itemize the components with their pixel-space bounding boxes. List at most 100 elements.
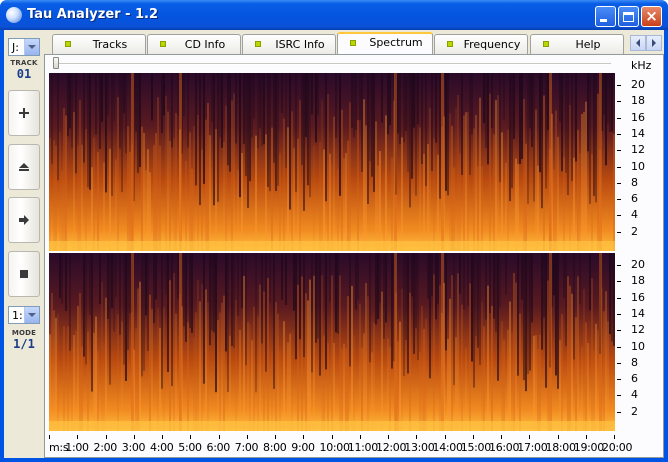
spectrogram-column <box>215 253 217 393</box>
play-button[interactable] <box>8 197 40 243</box>
spectrogram-column <box>201 284 203 431</box>
spectrogram-column <box>249 324 251 431</box>
mode-select[interactable]: 1: <box>8 306 40 324</box>
mode-dropdown-button[interactable] <box>24 307 39 323</box>
spectrogram-column <box>85 129 87 251</box>
spectrogram-column <box>83 73 85 163</box>
spectrogram-column <box>247 73 249 208</box>
frequency-tick-label: 16 <box>631 290 645 304</box>
time-tick-label: 12:00 <box>376 441 407 454</box>
spectrogram-column <box>311 73 313 115</box>
spectrogram-bright-band <box>394 253 397 431</box>
tab-scroll-right-button[interactable] <box>646 35 662 51</box>
spectrogram-column <box>243 73 245 144</box>
spectrogram-column <box>277 313 279 431</box>
minimize-button[interactable] <box>595 6 616 27</box>
spectrogram-column <box>305 73 307 138</box>
spectrogram-column <box>367 296 369 431</box>
spectrogram-column <box>267 278 269 431</box>
spectrogram-column <box>159 145 161 251</box>
spectrogram-column <box>99 253 101 304</box>
spectrogram-column <box>155 253 157 300</box>
frequency-tick-mark <box>617 199 621 201</box>
spectrogram-column <box>523 98 525 251</box>
drive-dropdown-button[interactable] <box>24 39 39 55</box>
time-tick-mark <box>275 435 276 439</box>
spectrogram-column <box>417 253 419 360</box>
tab-cd-info[interactable]: CD Info <box>147 34 241 54</box>
spectrogram-column <box>259 284 261 431</box>
spectrogram-column <box>85 253 87 365</box>
maximize-button[interactable] <box>618 6 639 27</box>
spectrogram-column <box>279 350 281 431</box>
spectrogram-column <box>247 321 249 431</box>
spectrogram-column <box>415 253 417 328</box>
stop-button[interactable] <box>8 251 40 297</box>
spectrogram-column <box>603 311 605 431</box>
title-bar[interactable]: Tau Analyzer - 1.2 × <box>0 0 668 30</box>
spectrogram-column <box>49 137 51 251</box>
spectrogram-column <box>537 348 539 431</box>
spectrogram-bright-band <box>599 73 602 251</box>
spectrogram-column <box>433 274 435 431</box>
time-tick-mark <box>162 435 163 439</box>
eject-button[interactable] <box>8 144 40 190</box>
spectrogram-column <box>173 273 175 431</box>
tab-label: Frequency <box>463 38 521 51</box>
spectrogram-column <box>399 73 401 145</box>
spectrogram-column <box>217 320 219 431</box>
spectrogram-column <box>219 312 221 431</box>
spectrogram-column <box>163 73 165 116</box>
position-slider[interactable] <box>59 63 611 65</box>
spectrogram-column <box>553 169 555 251</box>
spectrum-page: kHz 20 18 16 14 12 10 8 6 4 2 20 18 16 14 12 10 8 6 4 2 m:… <box>44 54 664 458</box>
spectrogram-column <box>271 127 273 251</box>
spectrogram-column <box>383 253 385 339</box>
spectrogram-column <box>555 110 557 251</box>
spectrogram-column <box>547 73 549 131</box>
spectrogram-column <box>503 339 505 431</box>
tab-frequency[interactable]: Frequency <box>434 34 528 54</box>
position-slider-thumb[interactable] <box>53 57 59 69</box>
spectrogram-column <box>187 73 189 148</box>
spectrogram-column <box>379 253 381 303</box>
spectrogram-column <box>183 253 185 327</box>
spectrogram-column <box>525 253 527 392</box>
spectrogram-column <box>117 97 119 251</box>
spectrogram-column <box>455 337 457 431</box>
spectrogram-column <box>61 253 63 304</box>
spectrogram-column <box>105 297 107 431</box>
spectrogram-column <box>69 73 71 129</box>
tab-scroll-left-button[interactable] <box>630 35 646 51</box>
spectrogram-column <box>307 300 309 431</box>
spectrogram-column <box>171 73 173 148</box>
spectrogram-column <box>327 94 329 251</box>
frequency-axis-bottom: 20 18 16 14 12 10 8 6 4 2 <box>617 253 657 431</box>
spectrogram-column <box>229 335 231 431</box>
spectrogram-column <box>333 342 335 431</box>
spectrogram-column <box>579 153 581 251</box>
spectrogram-column <box>303 73 305 211</box>
spectrogram-column <box>335 253 337 333</box>
spectrogram-column <box>231 100 233 251</box>
spectrogram-column <box>315 73 317 143</box>
tab-help[interactable]: Help <box>530 34 624 54</box>
close-button[interactable]: × <box>641 6 662 27</box>
spectrogram-column <box>203 73 205 184</box>
time-tick-label: 10:00 <box>319 441 351 454</box>
drive-select[interactable]: J: <box>8 38 40 56</box>
spectrogram-column <box>557 136 559 251</box>
spectrogram-column <box>357 253 359 300</box>
spectrogram-column <box>243 275 245 431</box>
spectrogram-column <box>483 326 485 431</box>
tab-tracks[interactable]: Tracks <box>52 34 146 54</box>
spectrogram-bottom-channel <box>49 253 615 431</box>
add-button[interactable] <box>8 90 40 136</box>
frequency-tick-mark <box>617 297 621 299</box>
spectrogram-column <box>435 73 437 143</box>
tab-label: ISRC Info <box>275 38 325 51</box>
spectrogram-column <box>277 73 279 186</box>
spectrogram-column <box>99 73 101 149</box>
tab-spectrum[interactable]: Spectrum <box>337 32 433 55</box>
tab-isrc-info[interactable]: ISRC Info <box>242 34 336 54</box>
